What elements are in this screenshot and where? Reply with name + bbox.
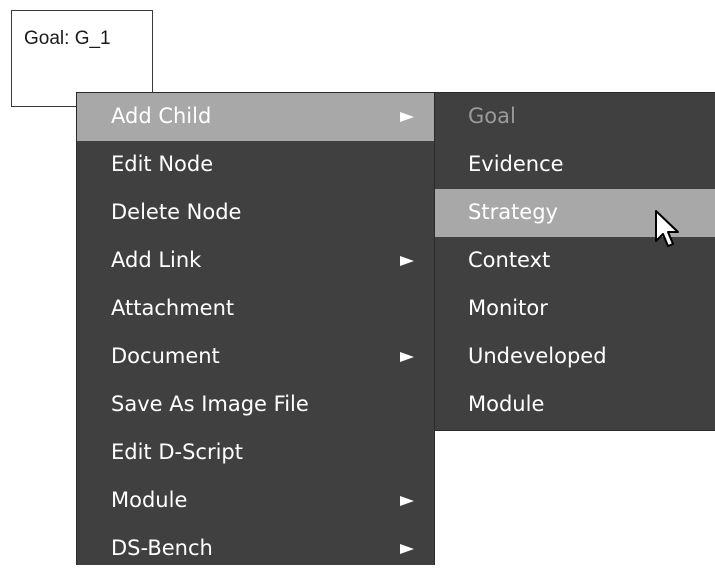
menu-item-save-as-image-file[interactable]: Save As Image File [77,381,434,429]
submenu-item-label: Context [468,248,551,272]
menu-item-edit-d-script[interactable]: Edit D-Script [77,429,434,477]
submenu-arrow-icon [400,112,414,122]
mouse-pointer-icon [655,210,679,247]
submenu-item-label: Module [468,392,545,416]
submenu-arrow-icon [400,256,414,266]
menu-item-label: Document [111,344,220,368]
menu-item-edit-node[interactable]: Edit Node [77,141,434,189]
menu-item-label: Edit Node [111,152,214,176]
menu-item-delete-node[interactable]: Delete Node [77,189,434,237]
submenu-item-evidence[interactable]: Evidence [435,141,715,189]
submenu-item-label: Undeveloped [468,344,607,368]
submenu-item-label: Monitor [468,296,548,320]
menu-item-label: Module [111,488,188,512]
menu-item-attachment[interactable]: Attachment [77,285,434,333]
menu-item-add-child[interactable]: Add Child [77,93,434,141]
menu-item-label: DS-Bench [111,536,213,560]
menu-item-label: Attachment [111,296,235,320]
submenu-item-goal: Goal [435,93,715,141]
menu-item-document[interactable]: Document [77,333,434,381]
menu-item-label: Add Link [111,248,202,272]
submenu-item-label: Goal [468,104,516,128]
submenu-item-undeveloped[interactable]: Undeveloped [435,333,715,381]
add-child-submenu: Goal Evidence Strategy Context Monitor U… [434,92,715,431]
submenu-item-monitor[interactable]: Monitor [435,285,715,333]
submenu-item-label: Evidence [468,152,564,176]
context-menu: Add Child Edit Node Delete Node Add Link… [76,92,435,565]
menu-item-module[interactable]: Module [77,477,434,525]
submenu-item-label: Strategy [468,200,558,224]
goal-node-label: Goal: G_1 [24,28,111,49]
submenu-arrow-icon [400,496,414,506]
menu-item-label: Delete Node [111,200,242,224]
menu-item-label: Save As Image File [111,392,309,416]
submenu-arrow-icon [400,544,414,554]
submenu-arrow-icon [400,352,414,362]
submenu-item-module[interactable]: Module [435,381,715,429]
menu-item-ds-bench[interactable]: DS-Bench [77,525,434,573]
menu-item-label: Edit D-Script [111,440,243,464]
menu-item-label: Add Child [111,104,212,128]
menu-item-add-link[interactable]: Add Link [77,237,434,285]
